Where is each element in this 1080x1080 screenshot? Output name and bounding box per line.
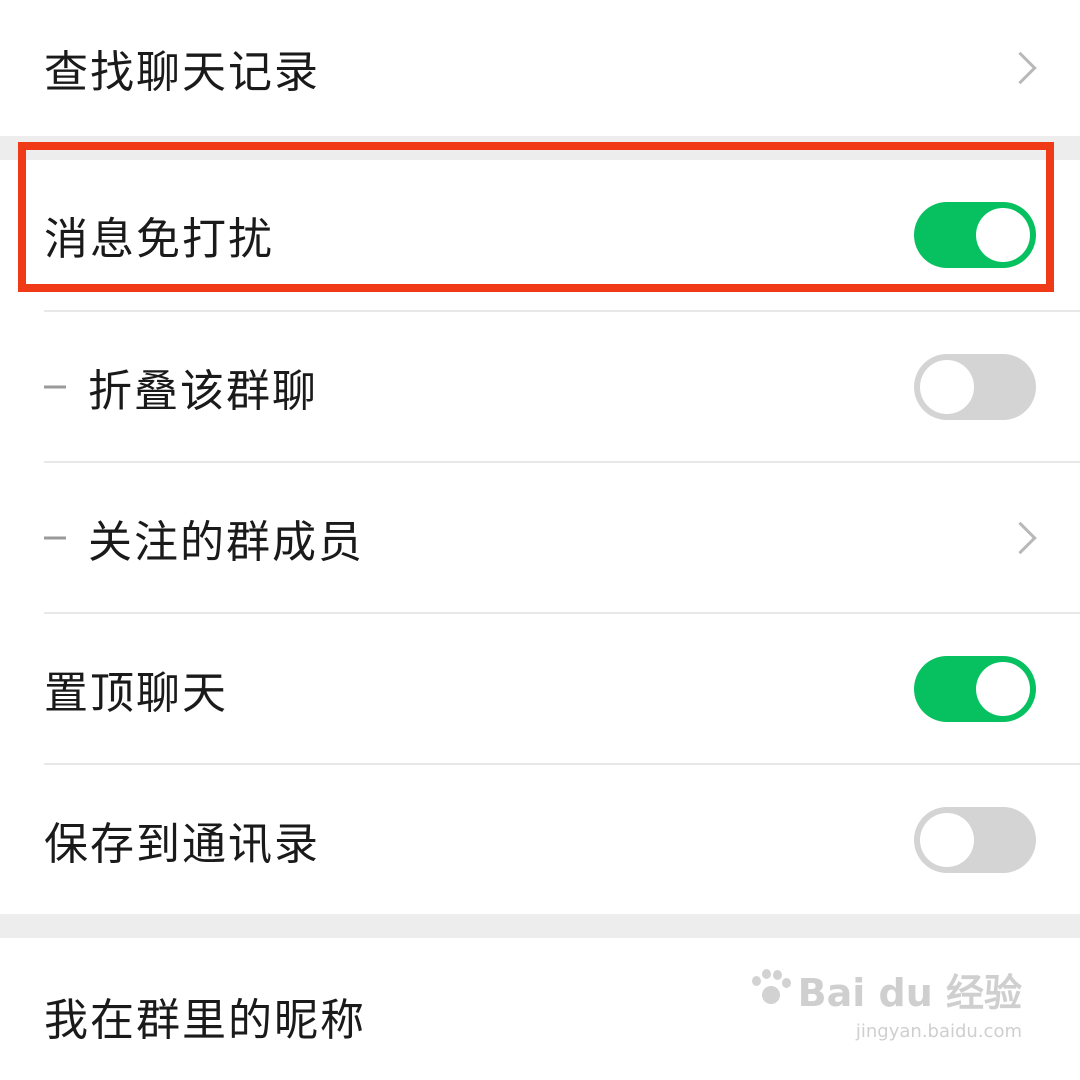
dash-icon — [44, 536, 66, 539]
watermark-domain: jingyan.baidu.com — [855, 1021, 1022, 1042]
mute-notifications-toggle[interactable] — [914, 202, 1036, 268]
followed-members-label: 关注的群成员 — [88, 516, 364, 568]
toggle-knob — [920, 812, 974, 867]
chevron-right-icon — [1004, 521, 1037, 554]
section-gap — [0, 914, 1080, 938]
fold-group-label: 折叠该群聊 — [88, 365, 318, 417]
my-group-nickname-label: 我在群里的昵称 — [44, 995, 366, 1047]
toggle-knob — [976, 661, 1030, 716]
fold-group-row[interactable]: 折叠该群聊 — [0, 312, 1080, 461]
save-to-contacts-label: 保存到通讯录 — [44, 818, 320, 870]
save-to-contacts-toggle[interactable] — [914, 806, 1036, 873]
mute-notifications-row[interactable]: 消息免打扰 — [0, 160, 1080, 310]
mute-notifications-label: 消息免打扰 — [44, 214, 274, 265]
watermark-brand: Bai du 经验 — [748, 962, 1022, 1017]
fold-group-toggle[interactable] — [914, 353, 1036, 420]
save-to-contacts-row[interactable]: 保存到通讯录 — [0, 765, 1080, 914]
section-gap — [0, 136, 1080, 160]
paw-icon — [748, 968, 792, 1012]
pin-chat-row[interactable]: 置顶聊天 — [0, 614, 1080, 763]
toggle-knob — [920, 359, 974, 414]
pin-chat-label: 置顶聊天 — [44, 667, 228, 719]
chevron-right-icon — [1004, 51, 1037, 85]
dash-icon — [44, 385, 66, 388]
watermark: Bai du 经验 jingyan.baidu.com — [748, 962, 1022, 1042]
watermark-brand-text: Bai du 经验 — [797, 971, 1022, 1015]
toggle-knob — [976, 208, 1030, 262]
pin-chat-toggle[interactable] — [914, 655, 1036, 722]
followed-members-row[interactable]: 关注的群成员 — [0, 463, 1080, 612]
search-chat-history-label: 查找聊天记录 — [44, 47, 320, 98]
search-chat-history-row[interactable]: 查找聊天记录 — [0, 0, 1080, 136]
